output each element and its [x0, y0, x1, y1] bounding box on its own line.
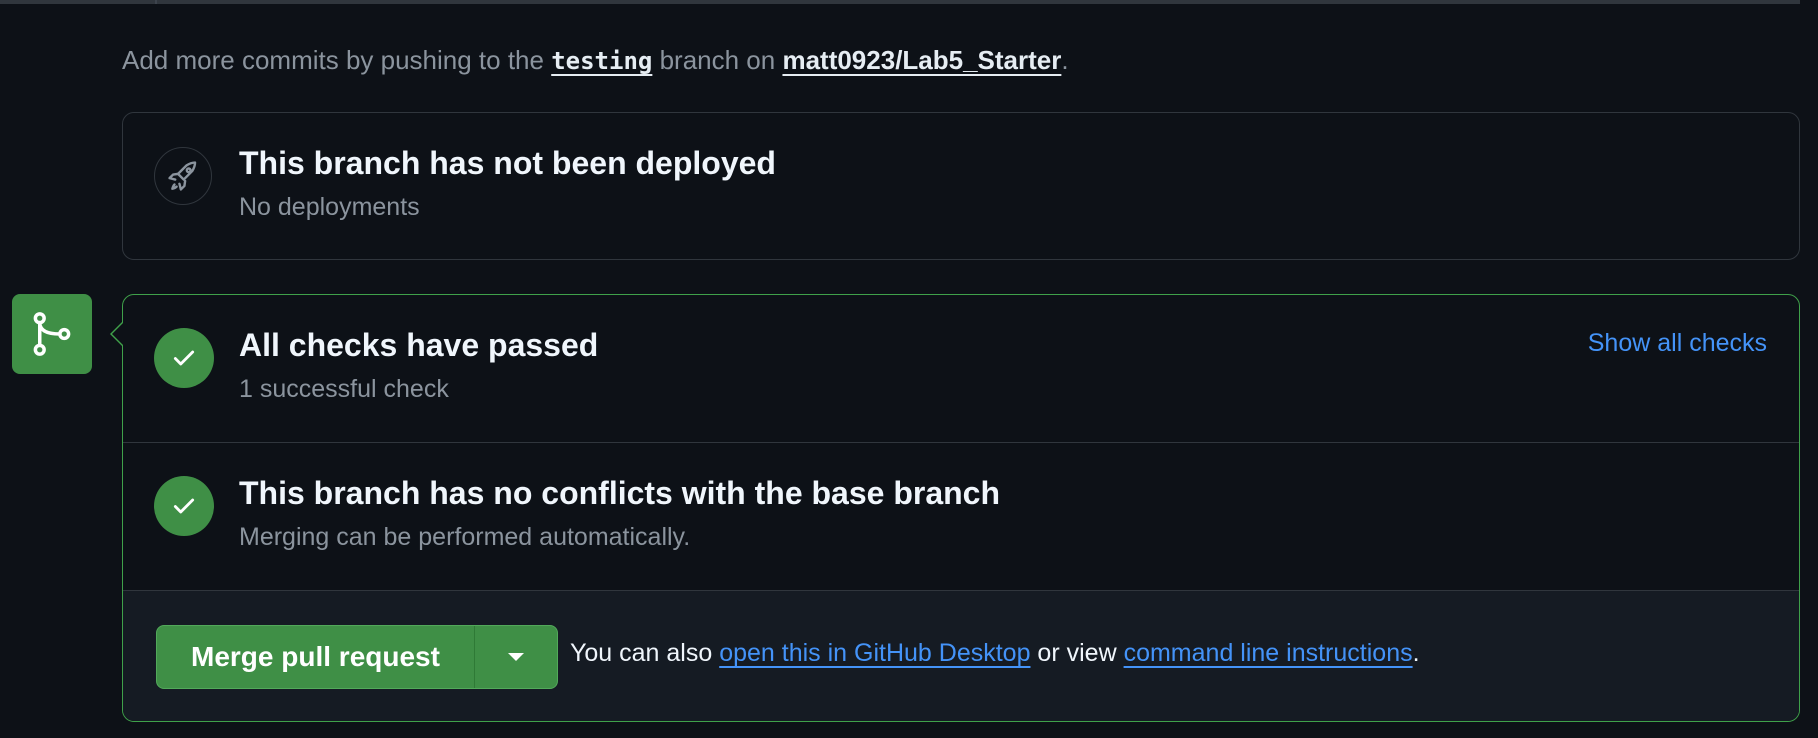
timeline-divider-tick	[155, 0, 157, 4]
timeline-divider	[0, 0, 1800, 4]
conflicts-subtitle: Merging can be performed automatically.	[239, 523, 691, 551]
check-icon	[154, 328, 214, 388]
conflicts-section: This branch has no conflicts with the ba…	[123, 443, 1799, 591]
check-icon	[154, 476, 214, 536]
checks-section: All checks have passed 1 successful chec…	[123, 295, 1799, 443]
merge-actions: Merge pull request You can also open thi…	[123, 591, 1799, 721]
github-desktop-link[interactable]: open this in GitHub Desktop	[719, 639, 1030, 667]
checks-title: All checks have passed	[239, 327, 599, 363]
merge-alternatives-text: You can also open this in GitHub Desktop…	[570, 639, 1420, 668]
commit-hint-prefix: Add more commits by pushing to the	[122, 45, 552, 75]
checks-subtitle: 1 successful check	[239, 375, 449, 403]
deployment-status-box: This branch has not been deployed No dep…	[122, 112, 1800, 260]
rocket-icon	[154, 147, 212, 205]
commit-hint-suffix: .	[1061, 45, 1069, 75]
command-line-instructions-link[interactable]: command line instructions	[1124, 639, 1413, 667]
commit-hint-middle: branch on	[652, 45, 783, 75]
also-prefix: You can also	[570, 639, 720, 667]
branch-name-link[interactable]: testing	[551, 47, 652, 75]
git-merge-icon	[12, 294, 92, 374]
triangle-down-icon	[507, 653, 524, 661]
show-all-checks-link[interactable]: Show all checks	[1588, 329, 1767, 358]
merge-box: All checks have passed 1 successful chec…	[110, 294, 1800, 722]
merge-button-group: Merge pull request	[156, 625, 558, 689]
deployment-subtitle: No deployments	[239, 193, 420, 221]
repo-link[interactable]: matt0923/Lab5_Starter	[782, 45, 1061, 75]
merge-pull-request-button[interactable]: Merge pull request	[157, 626, 474, 688]
conflicts-title: This branch has no conflicts with the ba…	[239, 475, 1001, 511]
also-suffix: .	[1412, 639, 1420, 667]
also-middle: or view	[1030, 639, 1124, 667]
commit-hint: Add more commits by pushing to the testi…	[122, 40, 1069, 81]
merge-options-dropdown[interactable]	[473, 626, 557, 688]
deployment-title: This branch has not been deployed	[239, 145, 776, 181]
